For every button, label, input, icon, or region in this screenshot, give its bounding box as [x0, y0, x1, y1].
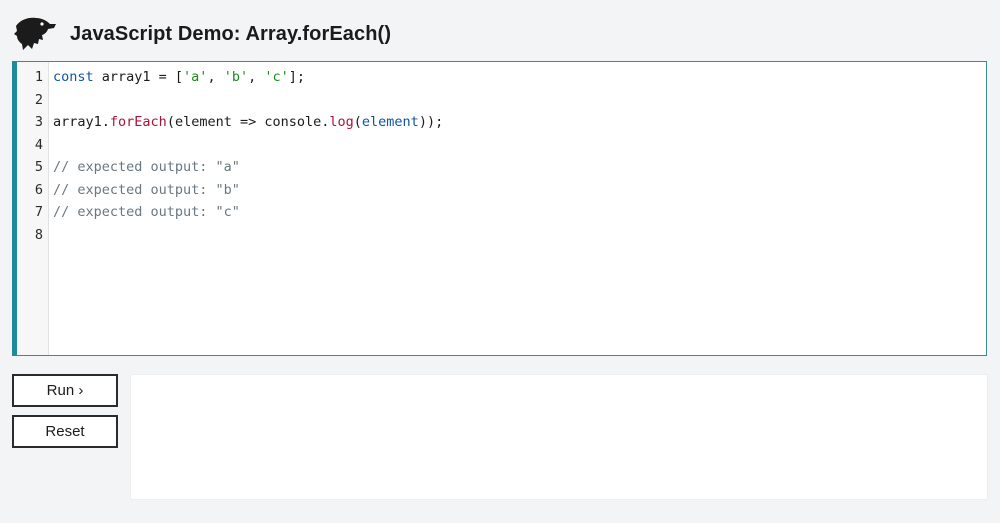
- line-number: 5: [34, 159, 43, 175]
- code-editor[interactable]: 1 2 3 4 5 6 7 8 const array1 = ['a', 'b', 'c'];…: [12, 61, 987, 356]
- code-token: element: [361, 114, 419, 130]
- code-line: ​: [53, 134, 986, 157]
- code-token: (: [353, 114, 362, 130]
- code-token: array1.: [53, 114, 110, 130]
- console-output: [131, 375, 987, 499]
- dinosaur-logo-icon: [12, 12, 60, 56]
- code-token: ];: [288, 69, 306, 85]
- code-token: 'a': [183, 69, 208, 85]
- code-line: ​: [53, 224, 986, 247]
- line-number: 7: [34, 204, 43, 220]
- code-token: (element => console.: [166, 114, 330, 130]
- code-line: // expected output: "a": [53, 156, 986, 179]
- code-token: forEach: [109, 114, 167, 130]
- line-number: 6: [34, 181, 43, 198]
- reset-button[interactable]: Reset: [12, 415, 118, 448]
- header: JavaScript Demo: Array.forEach(): [12, 8, 391, 60]
- line-number: 2: [34, 91, 43, 108]
- code-token: // expected output: "a": [53, 159, 240, 175]
- line-number: 8: [34, 226, 43, 243]
- line-number: 4: [34, 136, 43, 153]
- run-button[interactable]: Run ›: [12, 374, 118, 407]
- code-token: const: [53, 69, 94, 85]
- page: JavaScript Demo: Array.forEach() 1 2 3 4 5 6 7…: [0, 0, 1000, 523]
- code-token: ,: [207, 69, 224, 85]
- line-number: 1: [34, 69, 43, 85]
- page-title: JavaScript Demo: Array.forEach(): [70, 22, 392, 45]
- code-token: log: [329, 114, 354, 130]
- code-token: // expected output: "c": [53, 204, 240, 220]
- code-token: ));: [418, 114, 444, 130]
- code-token: 'c': [264, 69, 289, 85]
- code-line: // expected output: "c": [53, 201, 986, 224]
- code-line: const array1 = ['a', 'b', 'c'];: [53, 66, 986, 89]
- code-token: ,: [248, 69, 265, 85]
- line-number-gutter: 1 2 3 4 5 6 7 8: [17, 62, 49, 355]
- code-token: // expected output: "b": [53, 181, 240, 198]
- code-line: array1.forEach(element => console.log(el…: [53, 111, 986, 134]
- code-token: array1 = [: [93, 69, 184, 85]
- code-line: // expected output: "b": [53, 179, 986, 202]
- line-number: 3: [34, 114, 43, 130]
- code-area[interactable]: const array1 = ['a', 'b', 'c'];​array1.f…: [49, 62, 986, 355]
- code-token: 'b': [223, 69, 249, 85]
- code-line: ​: [53, 89, 986, 112]
